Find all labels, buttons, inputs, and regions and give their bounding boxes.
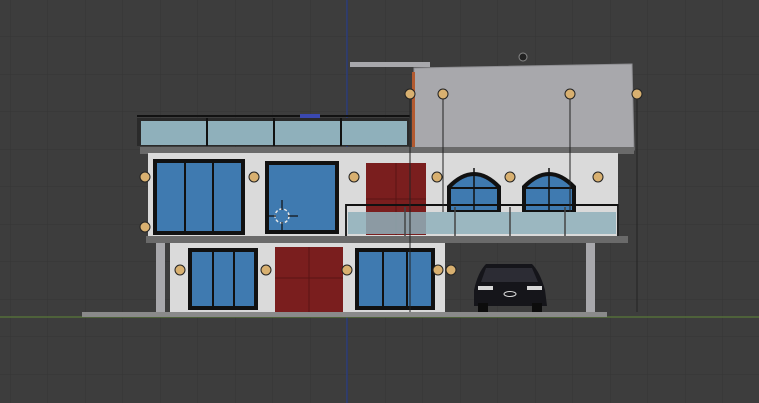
ground-window-right[interactable]	[355, 248, 435, 310]
floor-slab[interactable]	[146, 236, 628, 243]
viewport-canvas[interactable]	[0, 0, 759, 403]
car[interactable]	[474, 264, 547, 312]
column-left[interactable]	[156, 243, 165, 314]
roof-slab[interactable]	[140, 147, 634, 154]
ground-plinth[interactable]	[82, 312, 607, 317]
3d-viewport[interactable]	[0, 0, 759, 403]
ground-window-left[interactable]	[188, 248, 258, 310]
upper-window-left[interactable]	[153, 159, 245, 235]
ground-door-red[interactable]	[275, 247, 343, 312]
upper-window-middle[interactable]	[265, 161, 339, 234]
column-right[interactable]	[586, 243, 595, 314]
roof-railing[interactable]	[137, 114, 410, 146]
